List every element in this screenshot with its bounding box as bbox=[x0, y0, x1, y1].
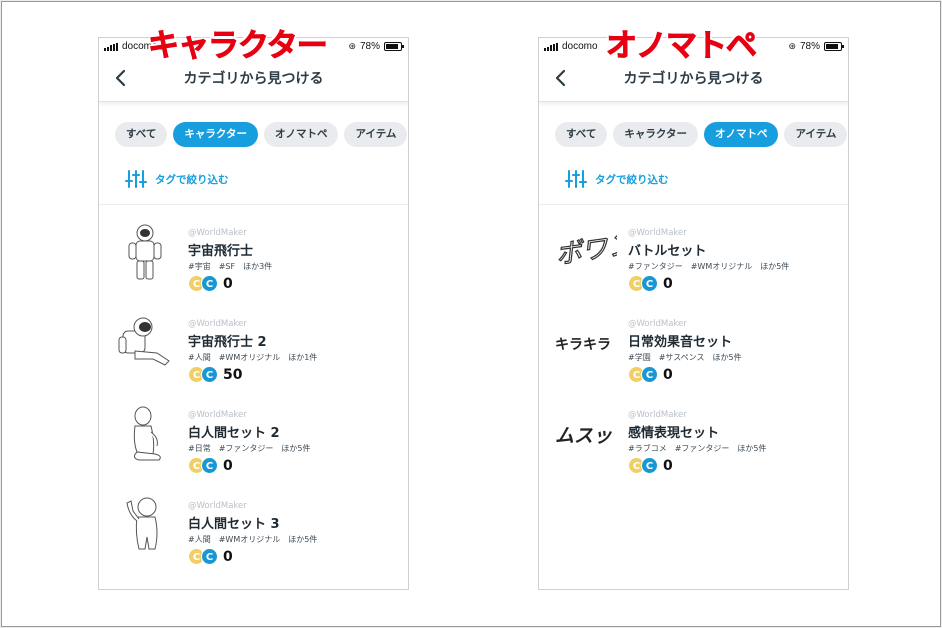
author-handle: @WorldMaker bbox=[628, 319, 687, 329]
list-item[interactable]: @WorldMaker 宇宙飛行士 #宇宙 #SF ほか3件 C C 0 bbox=[99, 210, 408, 300]
author-handle: @WorldMaker bbox=[188, 501, 247, 511]
item-tags: #宇宙 #SF ほか3件 bbox=[188, 262, 273, 271]
price-row: C C 0 bbox=[188, 457, 233, 474]
item-title: バトルセット bbox=[628, 244, 707, 259]
list-item[interactable]: @WorldMaker 白人間セット 2 #日常 #ファンタジー ほか5件 C … bbox=[99, 392, 408, 482]
blue-coin-icon: C bbox=[641, 275, 658, 292]
item-tags: #日常 #ファンタジー ほか5件 bbox=[188, 444, 311, 453]
page-title: カテゴリから見つける bbox=[183, 71, 324, 87]
tab-item[interactable]: アイテム bbox=[784, 122, 848, 147]
tag-filter-button[interactable]: タグで絞り込む bbox=[125, 168, 229, 190]
list-item[interactable]: @WorldMaker 宇宙飛行士 2 #人間 #WMオリジナル ほか1件 C … bbox=[99, 301, 408, 391]
divider bbox=[539, 204, 848, 205]
battery-percent: 78% bbox=[359, 41, 380, 52]
tab-character[interactable]: キャラクター bbox=[173, 122, 258, 147]
tag-filter-button[interactable]: タグで絞り込む bbox=[565, 168, 669, 190]
author-handle: @WorldMaker bbox=[188, 410, 247, 420]
tab-item[interactable]: アイテム bbox=[344, 122, 408, 147]
item-title: 日常効果音セット bbox=[628, 335, 733, 350]
category-tabs: すべて キャラクター オノマトペ アイテム bbox=[115, 122, 408, 147]
caption-character: キャラクター bbox=[148, 28, 329, 65]
item-title: 白人間セット 3 bbox=[188, 517, 280, 532]
list-item[interactable]: キラキラ @WorldMaker 日常効果音セット #学園 #サスペンス ほか5… bbox=[539, 301, 848, 391]
musu-sfx-thumbnail: ムスッ bbox=[555, 425, 613, 447]
orientation-lock-icon: ⊛ bbox=[348, 41, 356, 51]
item-tags: #ファンタジー #WMオリジナル ほか5件 bbox=[628, 262, 790, 271]
battery-percent: 78% bbox=[799, 41, 820, 52]
item-title: 白人間セット 2 bbox=[188, 426, 280, 441]
item-price: 0 bbox=[663, 275, 673, 292]
price-row: C C 0 bbox=[188, 548, 233, 565]
caption-onomatopoeia: オノマトペ bbox=[606, 28, 758, 65]
item-price: 0 bbox=[223, 548, 233, 565]
price-row: C C 0 bbox=[188, 275, 233, 292]
price-row: C C 50 bbox=[188, 366, 242, 383]
item-price: 0 bbox=[223, 457, 233, 474]
blue-coin-icon: C bbox=[641, 457, 658, 474]
item-price: 50 bbox=[223, 366, 243, 383]
svg-text:ムスッ: ムスッ bbox=[555, 425, 613, 447]
item-title: 宇宙飛行士 2 bbox=[188, 335, 267, 350]
author-handle: @WorldMaker bbox=[628, 410, 687, 420]
list-item[interactable]: ムスッ @WorldMaker 感情表現セット #ラブコメ #ファンタジー ほか… bbox=[539, 392, 848, 482]
svg-text:ボワン: ボワン bbox=[554, 230, 617, 271]
tab-onomatopoeia[interactable]: オノマトペ bbox=[263, 122, 339, 147]
orientation-lock-icon: ⊛ bbox=[788, 41, 796, 51]
white-figure-sitting-thumbnail bbox=[133, 406, 161, 461]
bowan-sfx-thumbnail: ボワン bbox=[553, 229, 617, 271]
filter-sliders-icon bbox=[125, 170, 147, 188]
divider bbox=[99, 204, 408, 205]
price-row: C C 0 bbox=[628, 457, 673, 474]
item-price: 0 bbox=[663, 366, 673, 383]
author-handle: @WorldMaker bbox=[628, 228, 687, 238]
phone-screen-character: docomo ⊛ 78% カテゴリから見つける すべて キャラクター オノマトペ… bbox=[98, 37, 409, 590]
category-tabs: すべて キャラクター オノマトペ アイテム bbox=[555, 122, 848, 147]
price-row: C C 0 bbox=[628, 366, 673, 383]
white-figure-waving-thumbnail bbox=[126, 497, 158, 550]
item-title: 感情表現セット bbox=[628, 426, 720, 441]
blue-coin-icon: C bbox=[641, 366, 658, 383]
battery-icon bbox=[384, 42, 404, 51]
author-handle: @WorldMaker bbox=[188, 319, 247, 329]
item-title: 宇宙飛行士 bbox=[188, 244, 254, 259]
svg-text:キラキラ: キラキラ bbox=[555, 337, 611, 353]
item-tags: #人間 #WMオリジナル ほか5件 bbox=[188, 535, 318, 544]
phone-screen-onomatopoeia: docomo ⊛ 78% カテゴリから見つける すべて キャラクター オノマトペ… bbox=[538, 37, 849, 590]
blue-coin-icon: C bbox=[201, 548, 218, 565]
page-title: カテゴリから見つける bbox=[623, 71, 764, 87]
list-item[interactable]: @WorldMaker 白人間セット 3 #人間 #WMオリジナル ほか5件 C… bbox=[99, 483, 408, 573]
blue-coin-icon: C bbox=[201, 275, 218, 292]
filter-label: タグで絞り込む bbox=[595, 173, 669, 186]
author-handle: @WorldMaker bbox=[188, 228, 247, 238]
filter-label: タグで絞り込む bbox=[155, 173, 229, 186]
signal-icon bbox=[104, 43, 120, 51]
tab-character[interactable]: キャラクター bbox=[613, 122, 698, 147]
price-row: C C 0 bbox=[628, 275, 673, 292]
carrier-label: docomo bbox=[562, 41, 598, 52]
tab-all[interactable]: すべて bbox=[555, 122, 608, 147]
signal-icon bbox=[544, 43, 560, 51]
item-tags: #学園 #サスペンス ほか5件 bbox=[628, 353, 742, 362]
filter-sliders-icon bbox=[565, 170, 587, 188]
list-item[interactable]: ボワン @WorldMaker バトルセット #ファンタジー #WMオリジナル … bbox=[539, 210, 848, 300]
astronaut-sitting-thumbnail bbox=[118, 317, 170, 366]
kirakira-sfx-thumbnail: キラキラ bbox=[555, 337, 611, 353]
item-tags: #ラブコメ #ファンタジー ほか5件 bbox=[628, 444, 767, 453]
tab-all[interactable]: すべて bbox=[115, 122, 168, 147]
astronaut-standing-thumbnail bbox=[128, 224, 162, 280]
item-price: 0 bbox=[663, 457, 673, 474]
tab-onomatopoeia[interactable]: オノマトペ bbox=[703, 122, 779, 147]
item-tags: #人間 #WMオリジナル ほか1件 bbox=[188, 353, 318, 362]
battery-icon bbox=[824, 42, 844, 51]
blue-coin-icon: C bbox=[201, 457, 218, 474]
item-price: 0 bbox=[223, 275, 233, 292]
blue-coin-icon: C bbox=[201, 366, 218, 383]
